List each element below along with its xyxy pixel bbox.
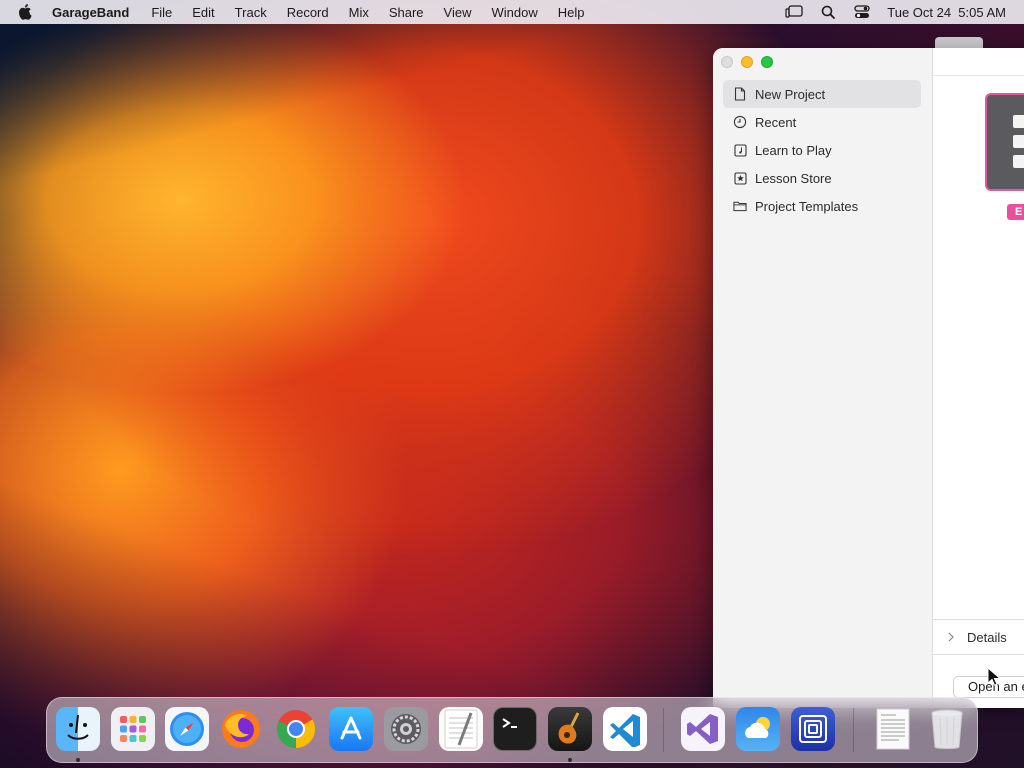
menu-record[interactable]: Record [287,5,329,20]
dock [46,697,978,763]
menu-edit[interactable]: Edit [192,5,214,20]
clock-icon [733,115,747,129]
template-thumbnail-bar [1013,155,1024,168]
stage-manager-icon[interactable] [785,4,803,20]
dock-app-store-icon[interactable] [329,707,373,751]
sidebar-item-label: New Project [755,86,826,102]
menu-track[interactable]: Track [235,5,267,20]
project-template-thumbnail[interactable] [985,93,1024,191]
sidebar-item-new-project[interactable]: New Project [723,80,921,108]
minimize-window-button[interactable] [741,56,753,68]
dock-finder-icon[interactable] [56,707,100,751]
dock-separator [853,708,854,752]
window-controls [721,56,773,68]
menu-file[interactable]: File [151,5,172,20]
dock-vscode-icon[interactable] [603,707,647,751]
dock-terminal-icon[interactable] [493,707,537,751]
garageband-project-chooser-window: New Project Recent Learn to Play Lesson … [713,48,1024,708]
dock-trash-icon[interactable] [925,707,969,751]
menu-app-name[interactable]: GarageBand [52,5,129,20]
menu-mix[interactable]: Mix [349,5,369,20]
sidebar-item-label: Project Templates [755,198,859,214]
dock-safari-icon[interactable] [165,707,209,751]
sidebar-item-lesson-store[interactable]: Lesson Store [723,164,921,192]
details-label: Details [967,629,1007,645]
folder-icon [733,199,747,213]
dock-textedit-icon[interactable] [439,707,483,751]
spotlight-search-icon[interactable] [819,4,837,20]
sidebar-list: New Project Recent Learn to Play Lesson … [723,80,921,220]
menu-view[interactable]: View [444,5,472,20]
sidebar-item-recent[interactable]: Recent [723,108,921,136]
music-note-icon [733,143,747,157]
template-thumbnail-bar [1013,135,1024,148]
dock-garageband-icon[interactable] [548,707,592,751]
mouse-pointer-icon [987,666,1002,687]
dock-firefox-icon[interactable] [219,707,263,751]
star-icon [733,171,747,185]
project-chooser-content: E Details Open an e [933,48,1024,708]
sidebar-item-learn-to-play[interactable]: Learn to Play [723,136,921,164]
dock-running-indicator [568,758,572,762]
dock-system-settings-icon[interactable] [384,707,428,751]
control-center-icon[interactable] [853,4,871,20]
apple-menu-icon[interactable] [18,4,34,20]
dock-visual-studio-icon[interactable] [681,707,725,751]
menu-help[interactable]: Help [558,5,585,20]
sidebar-item-label: Lesson Store [755,170,832,186]
template-name-badge[interactable]: E [1007,204,1024,220]
dock-launchpad-icon[interactable] [111,707,155,751]
content-toolbar [933,48,1024,76]
dock-running-indicator [76,758,80,762]
menu-bar: GarageBand File Edit Track Record Mix Sh… [0,0,1024,24]
details-disclosure[interactable]: Details [933,619,1024,655]
menu-clock[interactable]: Tue Oct 24 5:05 AM [887,5,1006,20]
dock-chrome-icon[interactable] [274,707,318,751]
menu-window[interactable]: Window [492,5,538,20]
template-thumbnail-bar [1013,115,1024,128]
menu-share[interactable]: Share [389,5,424,20]
sidebar-item-label: Recent [755,114,797,130]
dock-weather-icon[interactable] [736,707,780,751]
dock-separator [663,708,664,752]
chevron-right-icon [947,632,957,642]
close-window-button[interactable] [721,56,733,68]
sidebar-item-label: Learn to Play [755,142,832,158]
dock-document-icon[interactable] [871,707,915,751]
sidebar-item-project-templates[interactable]: Project Templates [723,192,921,220]
project-chooser-sidebar: New Project Recent Learn to Play Lesson … [713,48,933,708]
dock-screen-sharing-icon[interactable] [791,707,835,751]
zoom-window-button[interactable] [761,56,773,68]
document-icon [733,87,747,101]
